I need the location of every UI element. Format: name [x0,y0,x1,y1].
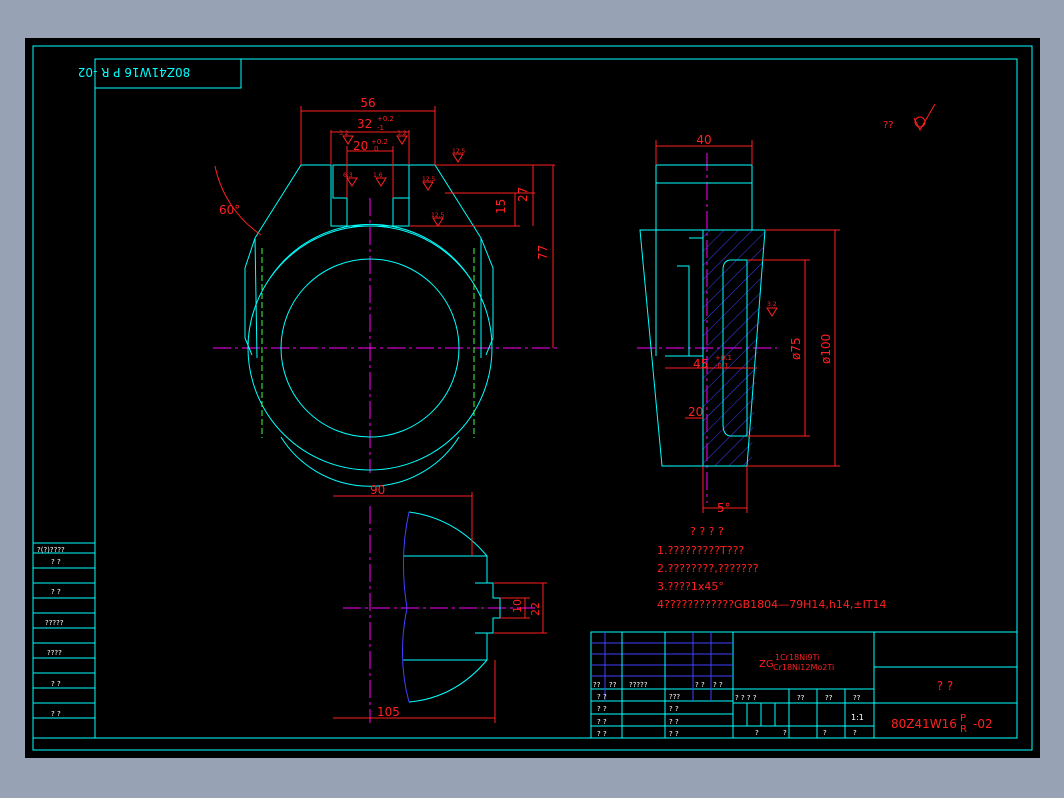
dim-10: 10 [511,599,524,613]
part-name: ? ? [937,679,954,693]
note-1: 1.?????????T??? [657,544,744,557]
rough-3-2-a: 3.2 [339,130,349,137]
rough-6-3: 6.3 [343,172,353,179]
material-prefix: ZG [759,659,774,670]
dim-phi75: ø75 [789,337,803,360]
sign-row-b-3: ? ? [669,718,679,726]
rough-side: 3.2 [767,301,777,308]
dim-20-tol-lo: 0 [374,145,378,153]
dim-phi100: ø100 [819,334,833,364]
bottom-cell-4: ? [853,729,857,737]
dim-45-tol-lo: -0.1 [715,362,729,370]
left-strip-row-2: ? ? [51,588,61,596]
sign-row-4: ? ? [597,730,607,738]
dim-32: 32 [357,117,372,131]
dim-20-side: 20 [688,405,703,419]
sign-h-1: ?? [593,681,601,689]
surface-note: ?? [883,103,936,132]
dim-5-deg: 5° [717,501,731,515]
bottom-view: 90 105 10 22 [333,483,547,723]
dim-40: 40 [696,133,711,147]
bottom-cell-3: ? [823,729,827,737]
sign-row-b-1: ??? [669,693,680,701]
left-strip-row-4: ???? [47,649,62,657]
sign-row-1: ? ? [597,693,607,701]
title-stamp-text: 80Z41W16 P R -02 [78,65,191,79]
dim-22: 22 [529,602,542,616]
note-2: 2.????????,??????? [657,562,759,575]
title-stamp: 80Z41W16 P R -02 [78,58,242,89]
sign-h-5: ? ? [713,681,723,689]
bottom-cell-1: ? [755,729,759,737]
bottom-view-outline [408,511,501,703]
rough-12-5-c: 12.5 [431,212,445,219]
material-top: 1Cr18Ni9Ti [775,653,819,662]
sign-h-4: ? ? [695,681,705,689]
dim-45: 45 [693,357,708,371]
rough-3-2-b: 3.2 [397,130,407,137]
dim-105: 105 [377,705,400,719]
note-4: 4????????????GB1804—79H14,h14,±IT14 [657,598,887,611]
sign-h-2: ?? [609,681,617,689]
stage-h-4: ?? [853,694,861,702]
drawing-no-r: R [960,724,967,735]
bottom-cell-2: ? [783,729,787,737]
scale: 1:1 [851,713,864,722]
drawing-sheet: 80Z41W16 P R -02 ?? 56 32 +0.2 -1 20 +0.… [25,38,1040,758]
side-view: 40 45 +0.1 -0.1 20 ø75 ø100 3.2 5° [637,133,840,515]
left-strip-row-3: ????? [45,619,64,627]
dim-90: 90 [370,483,385,497]
notes-heading: ? ? ? ? [690,525,724,538]
rough-12-5-a: 12.5 [452,148,466,155]
left-strip-header: ?(?)???? [37,546,65,554]
left-strip-table [32,542,96,739]
rough-12-5-b: 12.5 [422,176,436,183]
left-strip-row-1: ? ? [51,558,61,566]
drawing-no-p: P [960,713,966,724]
note-3: 3.????1x45° [657,580,724,593]
left-strip-row-6: ? ? [51,710,61,718]
sign-row-b-2: ? ? [669,705,679,713]
surface-note-text: ?? [883,120,894,131]
inner-frame [94,58,1018,739]
dim-27: 27 [516,187,530,202]
drawing-no-suffix: -02 [973,717,993,731]
cad-drawing: 80Z41W16 P R -02 ?? 56 32 +0.2 -1 20 +0.… [32,45,1033,751]
material-bottom: Cr18Ni12Mo2Ti [773,663,834,672]
sign-row-3: ? ? [597,718,607,726]
break-line [402,511,410,703]
dim-32-tol-up: +0.2 [377,115,394,123]
dim-32-tol-lo: -1 [377,124,384,132]
dim-60-deg: 60° [219,203,240,217]
stage-h-2: ?? [797,694,805,702]
dim-56: 56 [360,96,375,110]
dim-20: 20 [353,139,368,153]
body-outline [254,164,482,239]
dim-45-tol-up: +0.1 [715,354,732,362]
sign-row-b-4: ? ? [669,730,679,738]
drawing-no: 80Z41W16 [891,717,957,731]
stage-h-1: ? ? ? ? [735,694,757,702]
dim-77: 77 [536,245,550,260]
front-view: 56 32 +0.2 -1 20 +0.2 0 60° 15 27 77 12.… [213,96,560,487]
sign-row-2: ? ? [597,705,607,713]
sign-h-3: ????? [629,681,648,689]
outer-frame [32,45,1033,751]
technical-notes: ? ? ? ? 1.?????????T??? 2.????????,?????… [657,525,887,611]
dim-15: 15 [494,199,508,214]
left-strip-row-5: ? ? [51,680,61,688]
rough-1-6: 1.6 [373,172,383,179]
stage-h-3: ?? [825,694,833,702]
